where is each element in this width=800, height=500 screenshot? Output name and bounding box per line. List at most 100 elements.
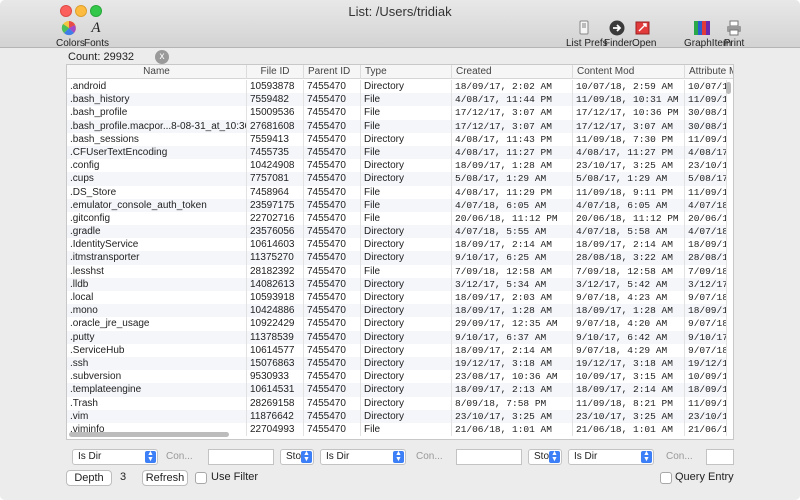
filter-condition-1[interactable]: Con... [162, 449, 202, 465]
cell-name: .lldb [67, 277, 247, 291]
cell-content-mod: 11/09/18, 8:21 PM [573, 396, 685, 410]
column-header-name[interactable]: Name [67, 65, 247, 79]
cell-content-mod: 9/07/18, 4:29 AM [573, 343, 685, 357]
filter-value-input-1[interactable] [208, 449, 274, 465]
cell-file-id: 28182392 [247, 264, 304, 278]
cell-created: 18/09/17, 2:03 AM [452, 291, 573, 305]
table-row[interactable]: .CFUserTextEncoding 7455735 7455470 File 4/0… [67, 145, 727, 160]
filter-value-input-3[interactable] [706, 449, 734, 465]
graphitem-toolbar-button[interactable]: GraphItem [684, 20, 731, 49]
table-row[interactable]: .config 10424908 7455470 Directory 18/09/17,… [67, 159, 727, 173]
cell-content-mod: 4/08/17, 11:27 PM [573, 145, 685, 160]
cell-attribute-mod: 11/09/18 [685, 93, 727, 107]
filter-field-select-1[interactable]: Is Dir ▲ ▼ [72, 449, 158, 465]
cell-name: .mono [67, 304, 247, 318]
horizontal-scrollbar[interactable] [69, 432, 229, 437]
cell-attribute-mod: 18/09/17 [685, 304, 727, 318]
cell-attribute-mod: 10/07/18 [685, 80, 727, 94]
column-header-parent-id[interactable]: Parent ID [304, 65, 361, 79]
cell-attribute-mod: 9/07/18 [685, 317, 727, 331]
cell-type: File [361, 198, 452, 212]
cell-attribute-mod: 11/09/18 [685, 132, 727, 146]
table-row[interactable]: .lldb 14082613 7455470 Directory 3/12/17, 5:… [67, 277, 727, 291]
select-chevron-icon: ▲ ▼ [301, 450, 312, 463]
colors-toolbar-button[interactable]: Colors [56, 20, 85, 49]
list-prefs-toolbar-button[interactable]: List Prefs [566, 20, 608, 49]
cell-parent-id: 7455470 [304, 409, 361, 423]
cell-file-id: 22702716 [247, 211, 304, 226]
table-row[interactable]: .gitconfig 22702716 7455470 File 20/06/18, 1… [67, 211, 727, 226]
use-filter-checkbox[interactable] [195, 472, 207, 484]
filter-condition-2[interactable]: Con... [412, 449, 452, 465]
file-list-table[interactable]: Name File ID Parent ID Type Created Cont… [66, 64, 734, 440]
filter-value-input-2[interactable] [456, 449, 522, 465]
filter-condition-3[interactable]: Con... [662, 449, 702, 465]
column-header-attribute-mod[interactable]: Attribute M [685, 65, 733, 79]
cell-attribute-mod: 23/10/17 [685, 409, 727, 423]
table-row[interactable]: .vim 11876642 7455470 Directory 23/10/17, 3:… [67, 409, 727, 423]
stop-select-1[interactable]: Stop ▲ ▼ [280, 449, 314, 465]
cell-created: 7/09/18, 12:58 AM [452, 264, 573, 278]
cell-created: 3/12/17, 5:34 AM [452, 277, 573, 291]
open-toolbar-button[interactable]: Open [632, 20, 656, 49]
app-window: List: /Users/tridiak Colors A Fonts List… [0, 0, 800, 500]
table-row[interactable]: .IdentityService 10614603 7455470 Directory… [67, 238, 727, 252]
stop-select-2[interactable]: Stop ▲ ▼ [528, 449, 562, 465]
cell-file-id: 23576056 [247, 225, 304, 239]
table-row[interactable]: .DS_Store 7458964 7455470 File 4/08/17, 11:2… [67, 185, 727, 199]
cell-name: .gradle [67, 225, 247, 239]
table-row[interactable]: .oracle_jre_usage 10922429 7455470 Director… [67, 317, 727, 331]
table-row[interactable]: .local 10593918 7455470 Directory 18/09/17, … [67, 291, 727, 305]
cell-parent-id: 7455470 [304, 370, 361, 384]
table-row[interactable]: .bash_sessions 7559413 7455470 Directory 4/0… [67, 132, 727, 146]
column-header-created[interactable]: Created [452, 65, 573, 79]
clear-count-button[interactable]: x [155, 50, 169, 64]
table-row[interactable]: .subversion 9530933 7455470 Directory 23/08/… [67, 370, 727, 384]
table-row[interactable]: .bash_history 7559482 7455470 File 4/08/17, … [67, 93, 727, 107]
table-row[interactable]: .cups 7757081 7455470 Directory 5/08/17, 1:2… [67, 172, 727, 186]
query-entry-checkbox[interactable] [660, 472, 672, 484]
table-row[interactable]: .gradle 23576056 7455470 Directory 4/07/18, … [67, 225, 727, 239]
cell-file-id: 7559413 [247, 132, 304, 146]
filter-field-select-3[interactable]: Is Dir ▲ ▼ [568, 449, 654, 465]
cell-parent-id: 7455470 [304, 119, 361, 133]
filter-field-select-2[interactable]: Is Dir ▲ ▼ [320, 449, 406, 465]
table-row[interactable]: .android 10593878 7455470 Directory 18/09/17… [67, 80, 727, 94]
query-entry-label: Query Entry [675, 471, 734, 483]
table-row[interactable]: .ssh 15076863 7455470 Directory 19/12/17, 3:… [67, 356, 727, 371]
fonts-toolbar-button[interactable]: A Fonts [84, 20, 109, 49]
table-row[interactable]: .bash_profile.macpor...8-08-31_at_10:36:… [67, 119, 727, 133]
table-row[interactable]: .templateengine 10614531 7455470 Directory 1… [67, 383, 727, 397]
print-toolbar-button[interactable]: Print [722, 20, 746, 49]
cell-file-id: 10614603 [247, 238, 304, 252]
finder-toolbar-button[interactable]: Finder [604, 20, 632, 49]
cell-parent-id: 7455470 [304, 106, 361, 120]
column-header-type[interactable]: Type [361, 65, 452, 79]
cell-attribute-mod: 4/08/17 [685, 145, 727, 160]
table-row[interactable]: .itmstransporter 11375270 7455470 Directory… [67, 251, 727, 265]
table-row[interactable]: .ServiceHub 10614577 7455470 Directory 18/09… [67, 343, 727, 357]
cell-file-id: 7458964 [247, 185, 304, 199]
cell-type: File [361, 185, 452, 199]
vertical-scrollbar[interactable] [726, 82, 731, 94]
cell-file-id: 7757081 [247, 172, 304, 186]
table-row[interactable]: .bash_profile 15009536 7455470 File 17/12/17… [67, 106, 727, 120]
cell-attribute-mod: 9/07/18 [685, 343, 727, 357]
table-row[interactable]: .mono 10424886 7455470 Directory 18/09/17, 1… [67, 304, 727, 318]
filter-field-value-1: Is Dir [78, 451, 102, 462]
table-row[interactable]: .emulator_console_auth_token 23597175 7455… [67, 198, 727, 212]
table-body: .android 10593878 7455470 Directory 18/09/17… [67, 80, 727, 437]
select-chevron-icon: ▲ ▼ [641, 450, 652, 463]
cell-parent-id: 7455470 [304, 277, 361, 291]
cell-attribute-mod: 9/10/17 [685, 330, 727, 344]
refresh-button[interactable]: Refresh [142, 470, 188, 486]
column-header-file-id[interactable]: File ID [247, 65, 304, 79]
use-filter-label: Use Filter [211, 471, 259, 483]
cell-content-mod: 18/09/17, 2:14 AM [573, 238, 685, 252]
table-row[interactable]: .Trash 28269158 7455470 Directory 8/09/18, 7… [67, 396, 727, 410]
cell-created: 4/08/17, 11:43 PM [452, 132, 573, 146]
column-header-content-mod[interactable]: Content Mod [573, 65, 685, 79]
table-row[interactable]: .lesshst 28182392 7455470 File 7/09/18, 12:5… [67, 264, 727, 278]
depth-button[interactable]: Depth [66, 470, 112, 486]
table-row[interactable]: .putty 11378539 7455470 Directory 9/10/17, 6… [67, 330, 727, 344]
